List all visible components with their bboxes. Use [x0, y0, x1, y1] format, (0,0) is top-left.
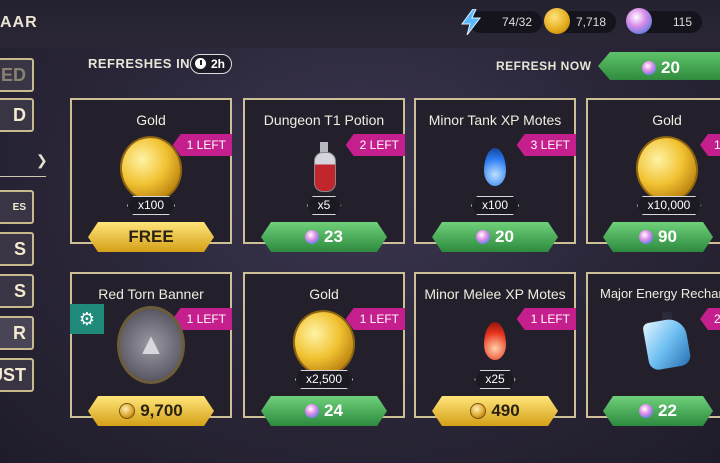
- gem-icon: [639, 230, 653, 244]
- shop-card[interactable]: Gold 1 LEFT x100 FREE: [70, 98, 232, 244]
- buy-button[interactable]: 90: [603, 222, 713, 252]
- sidebar: ED D ❯ ES S S R UST: [0, 48, 50, 463]
- chevron-down-icon[interactable]: ❯: [36, 152, 48, 169]
- item-quantity: x100: [127, 196, 175, 215]
- price-label: 90: [658, 227, 677, 246]
- sidebar-tab-4[interactable]: S: [0, 232, 34, 266]
- gem-icon: [642, 61, 656, 75]
- shop-card[interactable]: Major Energy Recharg 2 L 22: [586, 272, 720, 418]
- energy-value: 74/32: [501, 15, 532, 29]
- item-name: Gold: [309, 286, 339, 302]
- item-name: Gold: [652, 112, 682, 128]
- shop-card[interactable]: Gold 1 LEFT x2,500 24: [243, 272, 405, 418]
- buy-button[interactable]: 23: [261, 222, 387, 252]
- stock-badge: 1 LEFT: [172, 134, 232, 156]
- shop-card[interactable]: Gold 1 LEFT x10,000 90: [586, 98, 720, 244]
- top-bar: AAR 74/32 7,718 115: [0, 0, 720, 48]
- stock-badge: 2 L: [700, 308, 720, 330]
- shop-title: AAR: [0, 14, 38, 31]
- timer-value: 2h: [211, 57, 226, 71]
- item-quantity: x100: [471, 196, 519, 215]
- gem-icon: [476, 230, 490, 244]
- buy-button[interactable]: 20: [432, 222, 558, 252]
- energy-counter: 74/32: [461, 8, 542, 36]
- gold-counter: 7,718: [544, 8, 616, 34]
- stock-badge: 1 LEFT: [345, 308, 405, 330]
- buy-button[interactable]: FREE: [88, 222, 214, 252]
- item-name: Minor Tank XP Motes: [428, 112, 562, 128]
- stock-badge: 3 LEFT: [516, 134, 576, 156]
- item-quantity: x2,500: [295, 370, 353, 389]
- gem-value: 115: [672, 15, 692, 29]
- price-label: 20: [495, 227, 514, 246]
- item-quantity: x10,000: [637, 196, 702, 215]
- sidebar-tab-2[interactable]: D: [0, 98, 34, 132]
- refresh-label: REFRESHES IN:: [88, 56, 195, 71]
- potion-icon: [314, 142, 336, 192]
- banner-icon: ▲: [117, 306, 185, 384]
- clock-icon: [195, 58, 206, 69]
- shop-card[interactable]: Minor Melee XP Motes 1 LEFT x25 490: [414, 272, 576, 418]
- sidebar-tab-5[interactable]: S: [0, 274, 34, 308]
- blue-mote-icon: [484, 148, 506, 186]
- refresh-now-button[interactable]: 20: [598, 52, 720, 80]
- gem-icon: [626, 8, 652, 34]
- sidebar-tab-1[interactable]: ED: [0, 58, 34, 92]
- price-label: 22: [658, 401, 677, 420]
- sidebar-divider: [0, 176, 46, 177]
- sidebar-tab-7[interactable]: UST: [0, 358, 34, 392]
- gem-icon: [305, 404, 319, 418]
- item-name: Major Energy Recharg: [600, 286, 720, 301]
- gold-coin-icon: [544, 8, 570, 34]
- shop-card[interactable]: Dungeon T1 Potion 2 LEFT x5 23: [243, 98, 405, 244]
- sidebar-tab-3[interactable]: ES: [0, 190, 34, 224]
- price-label: FREE: [128, 227, 174, 246]
- stock-badge: 1 LEFT: [172, 308, 232, 330]
- gem-counter: 115: [626, 8, 702, 34]
- gold-value: 7,718: [575, 15, 606, 29]
- refresh-now-label: REFRESH NOW: [496, 59, 592, 73]
- lightning-icon: [460, 8, 486, 36]
- buy-button[interactable]: 9,700: [88, 396, 214, 426]
- buy-button[interactable]: 24: [261, 396, 387, 426]
- price-label: 23: [324, 227, 343, 246]
- item-name: Gold: [136, 112, 166, 128]
- gem-icon: [639, 404, 653, 418]
- stock-badge: 1 LEFT: [700, 134, 720, 156]
- gem-icon: [305, 230, 319, 244]
- gold-coin-icon: [470, 403, 486, 419]
- buy-button[interactable]: 490: [432, 396, 558, 426]
- refresh-cost: 20: [661, 58, 680, 77]
- stock-badge: 2 LEFT: [345, 134, 405, 156]
- item-name: Minor Melee XP Motes: [424, 286, 566, 302]
- stock-badge: 1 LEFT: [516, 308, 576, 330]
- price-label: 490: [491, 401, 520, 420]
- gold-coin-icon: [119, 403, 135, 419]
- sidebar-tab-6[interactable]: R: [0, 316, 34, 350]
- price-label: 9,700: [140, 401, 183, 420]
- price-label: 24: [324, 401, 343, 420]
- energy-flask-icon: [642, 312, 692, 372]
- shop-card[interactable]: Red Torn Banner 1 LEFT ⚙ ▲ 9,700: [70, 272, 232, 418]
- buy-button[interactable]: 22: [603, 396, 713, 426]
- shop-card[interactable]: Minor Tank XP Motes 3 LEFT x100 20: [414, 98, 576, 244]
- item-quantity: x25: [474, 370, 515, 389]
- refresh-timer: 2h: [190, 54, 233, 74]
- item-name: Red Torn Banner: [98, 286, 204, 302]
- red-mote-icon: [484, 322, 506, 360]
- gear-icon: ⚙: [70, 304, 104, 334]
- item-quantity: x5: [307, 196, 342, 215]
- item-name: Dungeon T1 Potion: [263, 112, 385, 128]
